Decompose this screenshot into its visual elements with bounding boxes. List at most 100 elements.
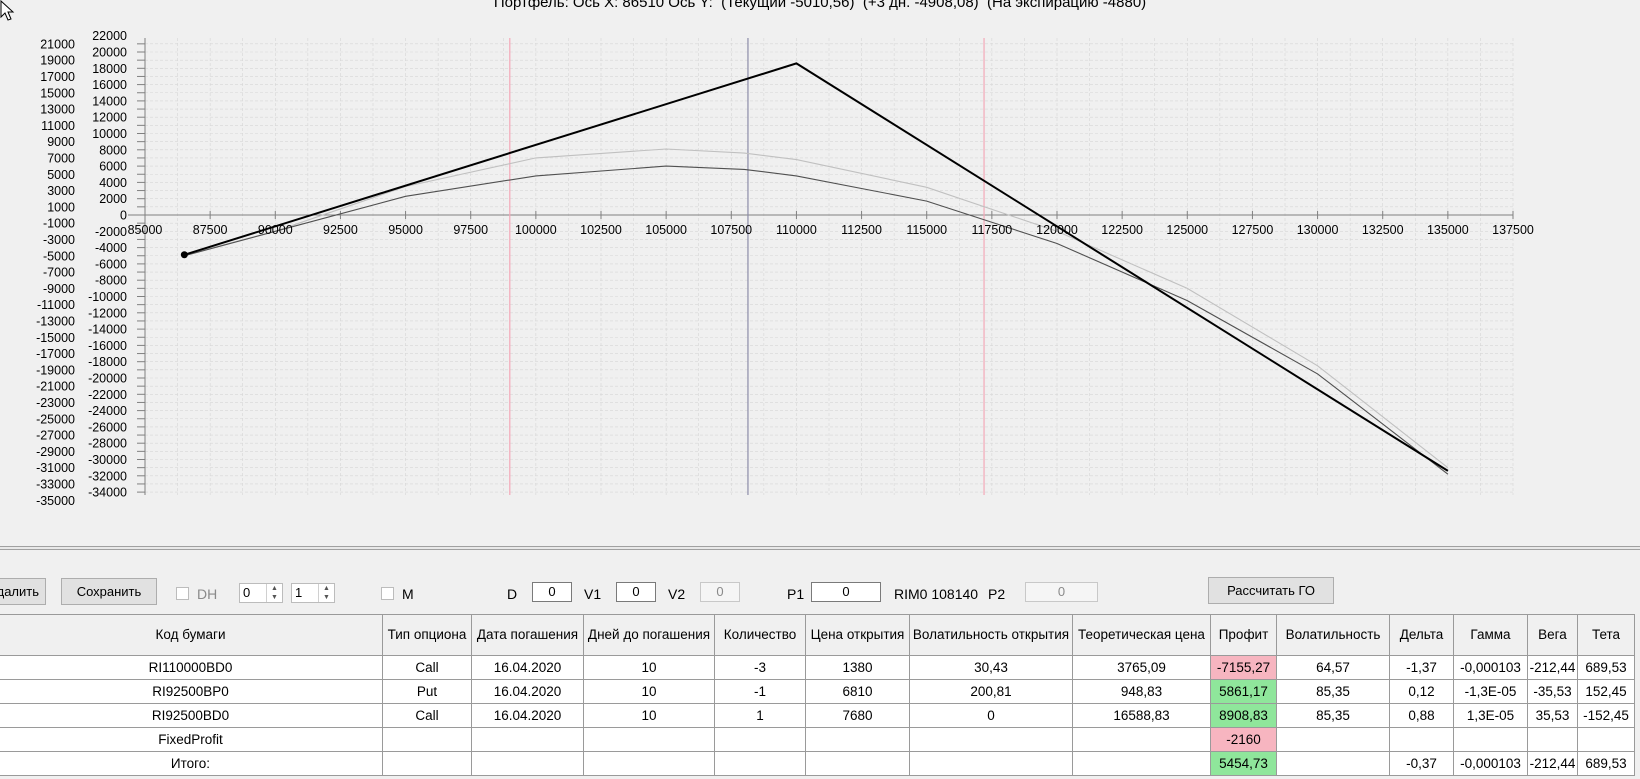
options-table[interactable]: Код бумаги Тип опциона Дата погашения Дн… [0, 614, 1635, 776]
table-row[interactable]: RI92500BD0 Call 16.04.2020 10 1 7680 0 16588,83… [0, 703, 1635, 728]
table-cell[interactable]: RI110000BD0 [0, 655, 383, 680]
profit-cell[interactable]: -2160 [1210, 727, 1277, 752]
table-cell[interactable] [805, 751, 910, 776]
col-header[interactable]: Дней до погашения [583, 614, 715, 656]
table-cell[interactable] [1577, 727, 1635, 752]
delete-button[interactable]: Удалить [0, 578, 46, 605]
table-cell[interactable]: -212,44 [1527, 655, 1578, 680]
col-header[interactable]: Дата погашения [471, 614, 584, 656]
table-cell[interactable]: 30,43 [909, 655, 1073, 680]
col-header[interactable]: Код бумаги [0, 614, 383, 656]
col-header[interactable]: Вега [1527, 614, 1578, 656]
table-cell[interactable]: 200,81 [909, 679, 1073, 704]
table-cell[interactable]: 10 [583, 703, 715, 728]
table-row[interactable]: FixedProfit -2160 [0, 727, 1635, 752]
col-header[interactable]: Количество [714, 614, 806, 656]
table-cell[interactable]: Итого: [0, 751, 383, 776]
save-button[interactable]: Сохранить [61, 578, 157, 605]
table-cell[interactable] [909, 751, 1073, 776]
table-cell[interactable] [471, 751, 584, 776]
table-cell[interactable]: Put [382, 679, 472, 704]
calc-go-button[interactable]: Рассчитать ГО [1208, 577, 1334, 604]
table-cell[interactable]: 85,35 [1276, 679, 1390, 704]
table-cell[interactable] [1072, 751, 1211, 776]
spin1-stepper[interactable]: 0 ▲ ▼ [239, 583, 283, 603]
table-cell[interactable] [583, 727, 715, 752]
table-row[interactable]: Итого: 5454,73 -0,37 -0,000103 -212,44 689,53 [0, 751, 1635, 776]
table-cell[interactable]: 16.04.2020 [471, 655, 584, 680]
col-header[interactable]: Волатильность открытия [909, 614, 1073, 656]
p1-input[interactable]: 0 [811, 582, 881, 602]
table-cell[interactable]: 85,35 [1276, 703, 1390, 728]
m-checkbox[interactable] [381, 587, 394, 600]
table-cell[interactable] [471, 727, 584, 752]
payoff-chart[interactable]: 21000 19000 17000 15000 13000 11000 9000 7000 50… [0, 0, 1640, 540]
table-cell[interactable]: -0,000103 [1453, 655, 1528, 680]
table-row[interactable]: RI110000BD0 Call 16.04.2020 10 -3 1380 30,43 37… [0, 655, 1635, 680]
table-cell[interactable]: 10 [583, 679, 715, 704]
table-cell[interactable]: RI92500BP0 [0, 679, 383, 704]
table-cell[interactable]: 3765,09 [1072, 655, 1211, 680]
table-cell[interactable]: -152,45 [1577, 703, 1635, 728]
table-cell[interactable] [1453, 727, 1528, 752]
col-header[interactable]: Профит [1210, 614, 1277, 656]
table-cell[interactable]: Call [382, 655, 472, 680]
table-cell[interactable]: 1,3E-05 [1453, 703, 1528, 728]
profit-cell[interactable]: 5861,17 [1210, 679, 1277, 704]
table-cell[interactable]: 689,53 [1577, 655, 1635, 680]
table-cell[interactable] [1276, 751, 1390, 776]
table-cell[interactable]: 16588,83 [1072, 703, 1211, 728]
table-cell[interactable] [714, 751, 806, 776]
table-cell[interactable]: 7680 [805, 703, 910, 728]
col-header[interactable]: Теоретическая цена [1072, 614, 1211, 656]
table-cell[interactable]: RI92500BD0 [0, 703, 383, 728]
table-cell[interactable]: -0,37 [1389, 751, 1454, 776]
table-cell[interactable]: -35,53 [1527, 679, 1578, 704]
table-cell[interactable]: 689,53 [1577, 751, 1635, 776]
table-cell[interactable]: 16.04.2020 [471, 679, 584, 704]
table-cell[interactable]: -212,44 [1527, 751, 1578, 776]
profit-cell[interactable]: 8908,83 [1210, 703, 1277, 728]
spin2-stepper[interactable]: 1 ▲ ▼ [291, 583, 335, 603]
table-cell[interactable] [583, 751, 715, 776]
table-cell[interactable] [382, 751, 472, 776]
table-cell[interactable]: -1,3E-05 [1453, 679, 1528, 704]
table-cell[interactable]: -1 [714, 679, 806, 704]
col-header[interactable]: Дельта [1389, 614, 1454, 656]
table-cell[interactable] [382, 727, 472, 752]
table-cell[interactable]: 948,83 [1072, 679, 1211, 704]
table-cell[interactable] [1389, 727, 1454, 752]
table-cell[interactable]: 152,45 [1577, 679, 1635, 704]
table-cell[interactable]: 0,12 [1389, 679, 1454, 704]
table-cell[interactable]: -1,37 [1389, 655, 1454, 680]
p2-input[interactable]: 0 [1025, 582, 1098, 602]
table-cell[interactable]: 35,53 [1527, 703, 1578, 728]
table-cell[interactable]: 6810 [805, 679, 910, 704]
col-header[interactable]: Цена открытия [805, 614, 910, 656]
table-cell[interactable] [909, 727, 1073, 752]
table-cell[interactable] [1072, 727, 1211, 752]
spin2-arrows-icon[interactable]: ▲ ▼ [318, 584, 334, 602]
col-header[interactable]: Волатильность [1276, 614, 1390, 656]
table-row[interactable]: RI92500BP0 Put 16.04.2020 10 -1 6810 200,81 948… [0, 679, 1635, 704]
v1-input[interactable]: 0 [616, 582, 656, 602]
table-cell[interactable]: 1 [714, 703, 806, 728]
table-cell[interactable]: FixedProfit [0, 727, 383, 752]
table-cell[interactable]: 64,57 [1276, 655, 1390, 680]
col-header[interactable]: Тип опциона [382, 614, 472, 656]
table-cell[interactable]: Call [382, 703, 472, 728]
dh-checkbox[interactable] [176, 587, 189, 600]
table-cell[interactable]: 0,88 [1389, 703, 1454, 728]
table-cell[interactable] [805, 727, 910, 752]
col-header[interactable]: Гамма [1453, 614, 1528, 656]
table-cell[interactable]: 1380 [805, 655, 910, 680]
spin1-arrows-icon[interactable]: ▲ ▼ [266, 584, 282, 602]
table-cell[interactable]: 16.04.2020 [471, 703, 584, 728]
table-cell[interactable]: -0,000103 [1453, 751, 1528, 776]
table-cell[interactable] [714, 727, 806, 752]
panel-splitter[interactable] [0, 546, 1640, 550]
col-header[interactable]: Тета [1577, 614, 1635, 656]
table-cell[interactable] [1527, 727, 1578, 752]
table-cell[interactable]: 10 [583, 655, 715, 680]
table-cell[interactable]: -3 [714, 655, 806, 680]
